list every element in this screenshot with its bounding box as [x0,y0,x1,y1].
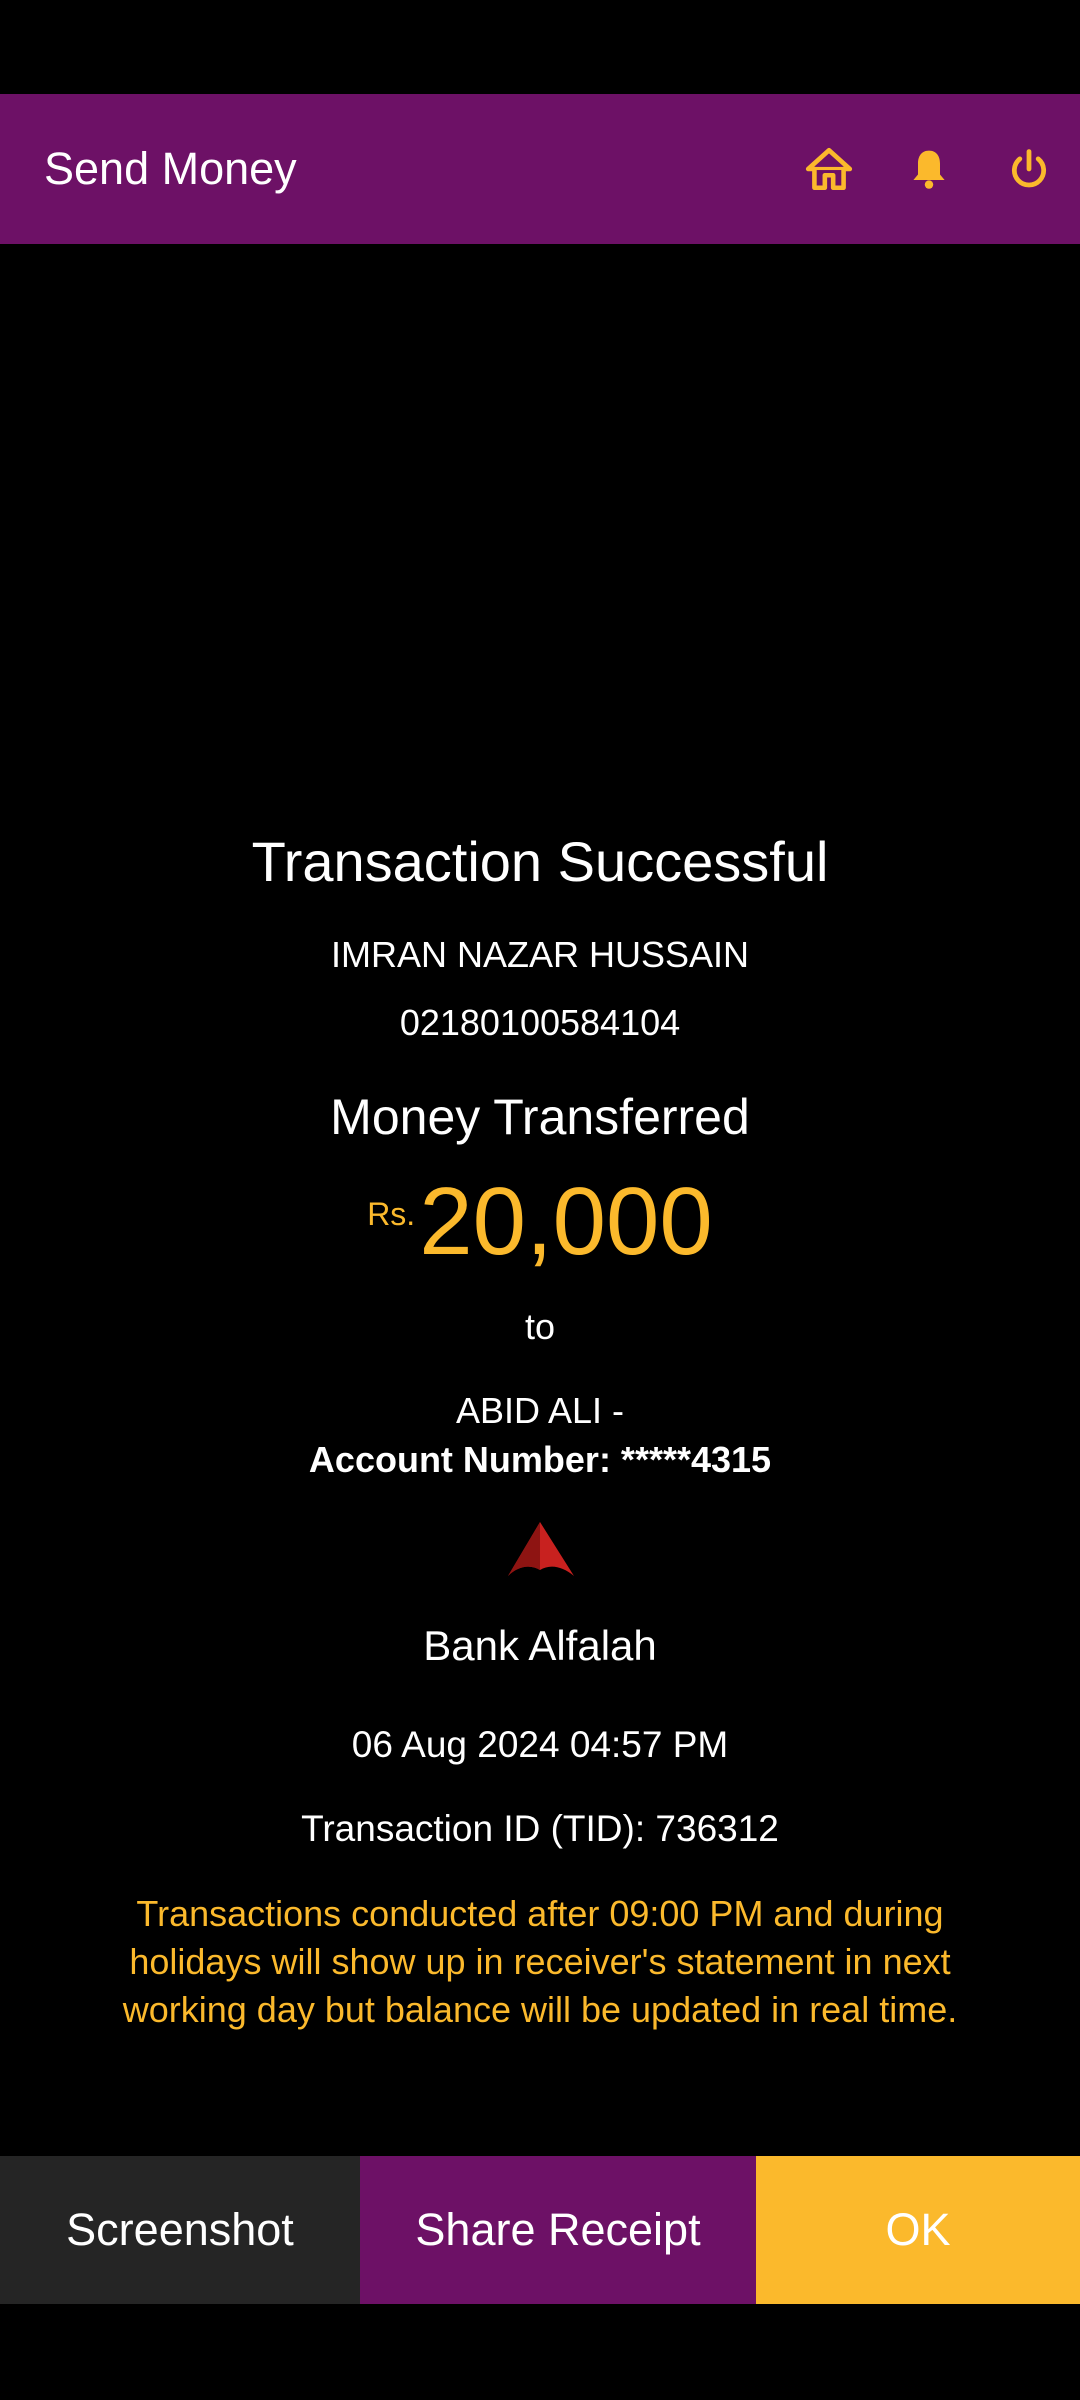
receiver-name: ABID ALI - [455,1390,625,1431]
power-icon[interactable] [1002,142,1056,196]
app-bar-actions [756,94,1056,244]
screenshot-button[interactable]: Screenshot [0,2156,360,2304]
receipt-panel: Transaction Successful IMRAN NAZAR HUSSA… [0,244,1080,2156]
amount-row: Rs. 20,000 [0,1174,1080,1270]
share-receipt-button[interactable]: Share Receipt [360,2156,756,2304]
app-bar: Send Money [0,94,1080,244]
transaction-status: Transaction Successful [251,830,829,893]
processing-notice: Transactions conducted after 09:00 PM an… [122,1893,958,2030]
home-icon[interactable] [802,142,856,196]
transaction-id: Transaction ID (TID): 736312 [301,1808,779,1849]
bell-icon[interactable] [902,142,956,196]
bank-name: Bank Alfalah [423,1622,657,1669]
sender-account: 02180100584104 [399,1002,681,1043]
transaction-date: 06 Aug 2024 04:57 PM [351,1724,729,1765]
sender-name: IMRAN NAZAR HUSSAIN [330,934,750,975]
amount-value: 20,000 [419,1168,713,1275]
bank-alfalah-logo [500,1514,580,1594]
currency-label: Rs. [367,1196,416,1232]
system-navigation-area [0,2304,1080,2400]
to-label: to [524,1306,556,1347]
status-bar [0,0,1080,94]
action-bar: Screenshot Share Receipt OK [0,2156,1080,2304]
page-title: Send Money [44,143,297,194]
ok-button[interactable]: OK [756,2156,1080,2304]
money-transferred-label: Money Transferred [330,1089,750,1145]
receiver-account: Account Number: *****4315 [308,1439,772,1480]
